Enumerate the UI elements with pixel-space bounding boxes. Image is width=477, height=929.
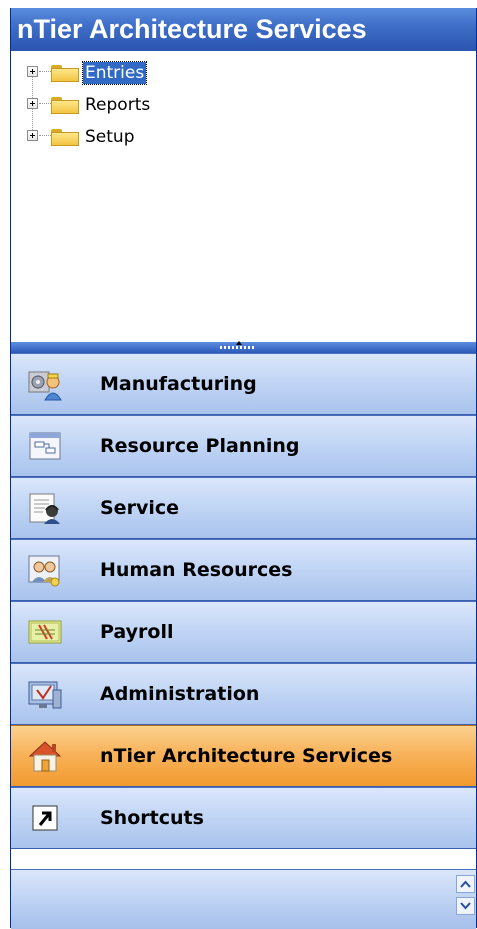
pane-header-title: nTier Architecture Services (11, 8, 476, 51)
tree-node-reports[interactable]: Reports (11, 91, 311, 121)
nav-label: Service (100, 497, 179, 519)
payroll-icon (28, 620, 62, 644)
tree-connector (39, 71, 51, 72)
expand-plus-icon[interactable] (27, 98, 38, 109)
expand-plus-icon[interactable] (27, 66, 38, 77)
human-resources-icon (28, 555, 60, 587)
chevron-down-icon (460, 902, 471, 910)
folder-tree: Entries Reports Setup (11, 51, 476, 342)
tree-connector (39, 135, 51, 136)
expand-plus-icon[interactable] (27, 130, 38, 141)
scroll-down-button[interactable] (456, 897, 475, 915)
nav-label: nTier Architecture Services (100, 745, 393, 767)
nav-button-payroll[interactable]: Payroll (11, 601, 476, 663)
tree-node-label[interactable]: Entries (81, 61, 148, 85)
overflow-button-area (11, 869, 476, 929)
administration-icon (28, 681, 62, 709)
nav-label: Human Resources (100, 559, 293, 581)
tree-node-entries[interactable]: Entries (11, 59, 311, 89)
chevron-up-icon (460, 880, 471, 888)
folder-icon (51, 65, 79, 82)
tree-node-setup[interactable]: Setup (11, 123, 311, 153)
nav-button-resource-planning[interactable]: Resource Planning (11, 415, 476, 477)
resource-planning-icon (29, 432, 61, 460)
service-icon (29, 493, 60, 524)
nav-label: Resource Planning (100, 435, 300, 457)
nav-button-human-resources[interactable]: Human Resources (11, 539, 476, 601)
window-top-edge (0, 0, 477, 8)
folder-icon (51, 97, 79, 114)
nav-label: Administration (100, 683, 260, 705)
nav-button-administration[interactable]: Administration (11, 663, 476, 725)
nav-label: Shortcuts (100, 807, 204, 829)
scroll-up-button[interactable] (456, 875, 475, 893)
tree-node-label[interactable]: Reports (83, 94, 152, 116)
nav-label: Manufacturing (100, 373, 257, 395)
tree-connector (39, 103, 51, 104)
nav-button-shortcuts[interactable]: Shortcuts (11, 787, 476, 849)
splitter-grip-icon (220, 346, 256, 349)
manufacturing-icon (28, 371, 62, 401)
nav-button-manufacturing[interactable]: Manufacturing (11, 353, 476, 415)
nav-label: Payroll (100, 621, 174, 643)
splitter-up-arrow-icon (236, 341, 242, 345)
nav-button-service[interactable]: Service (11, 477, 476, 539)
home-icon (28, 741, 62, 772)
folder-icon (51, 129, 79, 146)
tree-node-label[interactable]: Setup (83, 126, 136, 148)
pane-splitter[interactable] (11, 341, 476, 353)
nav-button-ntier-architecture-services[interactable]: nTier Architecture Services (11, 725, 476, 787)
navigation-pane: nTier Architecture Services Entries Repo… (10, 8, 477, 929)
shortcut-arrow-icon (32, 805, 58, 831)
